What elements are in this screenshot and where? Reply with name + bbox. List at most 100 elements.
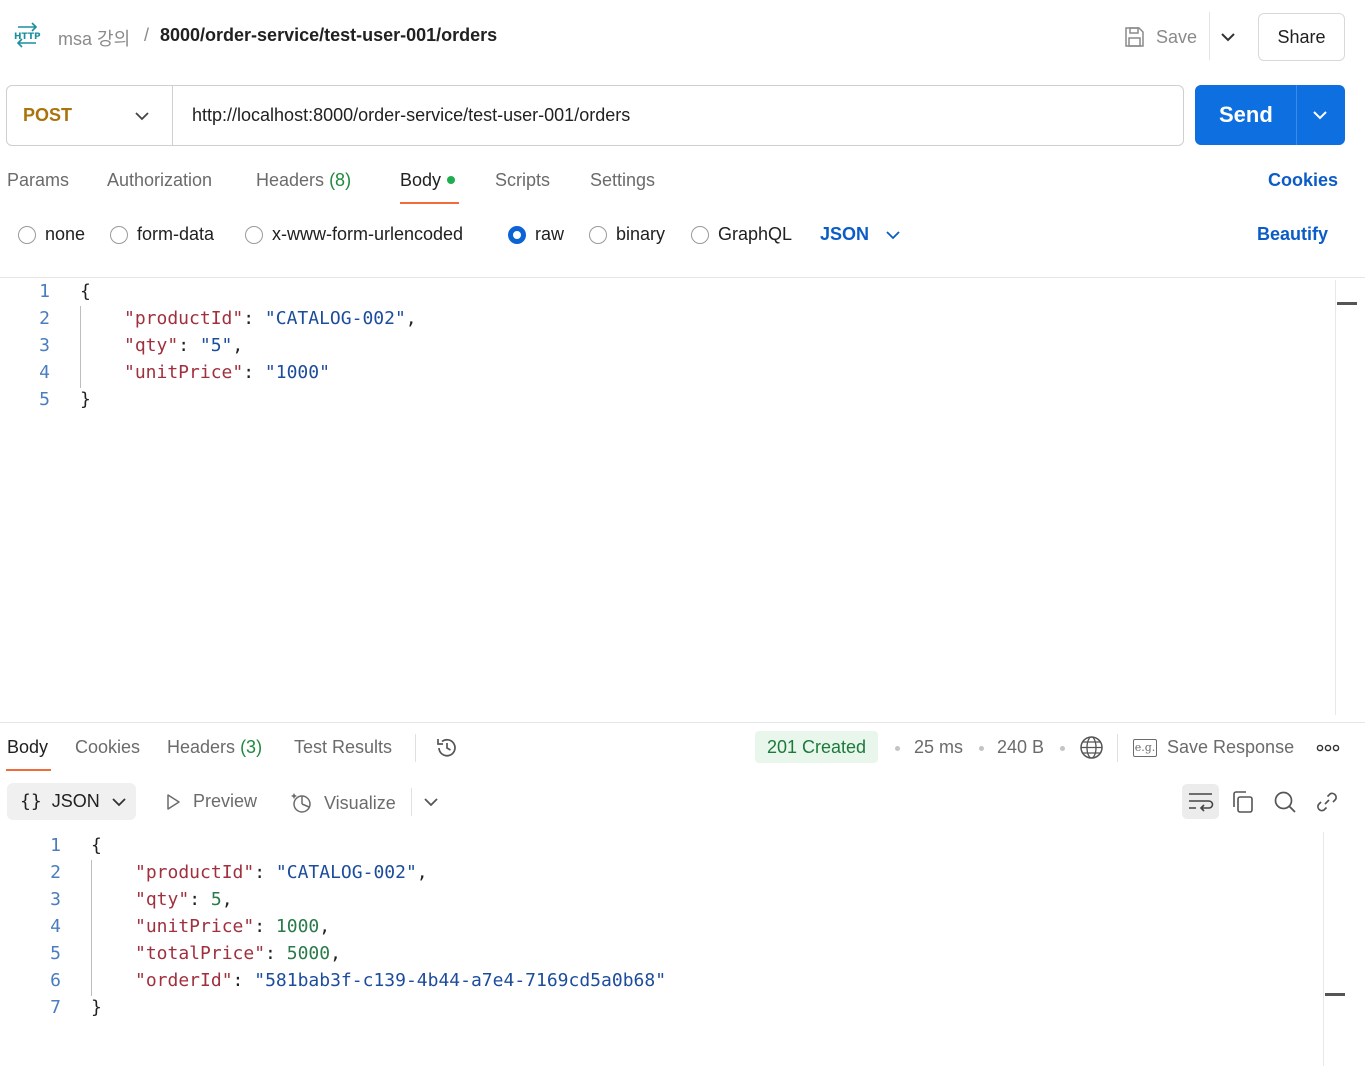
beautify-button[interactable]: Beautify: [1257, 224, 1328, 245]
brace: }: [91, 997, 102, 1018]
json-key: "productId": [135, 862, 255, 883]
json-key: "totalPrice": [135, 943, 266, 964]
radio-binary[interactable]: binary: [589, 224, 665, 245]
link-icon[interactable]: [1314, 789, 1340, 815]
response-tab-headers[interactable]: Headers (3): [167, 737, 262, 758]
divider: [1117, 734, 1118, 762]
json-value: "581bab3f-c139-4b44-a7e4-7169cd5a0b68": [254, 970, 667, 991]
divider: [0, 277, 1365, 278]
response-size[interactable]: 240 B: [997, 737, 1044, 758]
separator-dot: [895, 746, 900, 751]
json-value: 1000: [275, 916, 320, 937]
save-icon: [1125, 27, 1144, 47]
status-badge[interactable]: 201 Created: [755, 731, 879, 763]
code-line: "unitPrice": 1000,: [135, 916, 331, 937]
chevron-down-icon[interactable]: [421, 793, 441, 811]
divider: [0, 722, 1365, 723]
response-tab-test-results[interactable]: Test Results: [294, 737, 392, 758]
radio-circle: [691, 225, 709, 244]
preview-label: Preview: [193, 791, 258, 811]
chevron-down-icon[interactable]: [1216, 26, 1240, 48]
body-format-select[interactable]: JSON: [820, 224, 903, 245]
code-line: "totalPrice": 5000,: [135, 943, 341, 964]
tab-params[interactable]: Params: [7, 170, 69, 191]
radio-raw[interactable]: raw: [508, 224, 564, 245]
tab-headers[interactable]: Headers (8): [256, 170, 351, 191]
line-number: 1: [39, 281, 50, 302]
code-line: }: [80, 389, 91, 416]
url-input[interactable]: http://localhost:8000/order-service/test…: [192, 105, 630, 126]
scrollbar-track[interactable]: [1335, 280, 1336, 715]
response-tab-cookies[interactable]: Cookies: [75, 737, 140, 758]
save-label: Save: [1156, 26, 1198, 47]
line-number: 4: [50, 916, 61, 937]
tab-body[interactable]: Body: [400, 170, 456, 191]
response-tab-body[interactable]: Body: [7, 737, 48, 758]
preview-button[interactable]: Preview: [163, 791, 257, 812]
request-header: HTTP msa 강의 / 8000/order-service/test-us…: [0, 0, 1365, 72]
divider: [415, 734, 416, 762]
play-icon: [167, 793, 180, 810]
save-response-label: Save Response: [1167, 737, 1295, 757]
radio-label: GraphQL: [718, 224, 793, 244]
send-button[interactable]: Send: [1195, 85, 1345, 145]
wrap-lines-button[interactable]: [1182, 784, 1219, 819]
line-number: 4: [39, 362, 50, 383]
response-format-select[interactable]: {} JSON: [7, 783, 136, 820]
json-value: "CATALOG-002": [264, 308, 406, 329]
radio-circle: [110, 225, 128, 244]
http-badge: HTTP: [14, 32, 41, 42]
json-value: "1000": [264, 362, 330, 383]
json-value: 5: [210, 889, 222, 910]
breadcrumb-collection[interactable]: msa 강의: [58, 25, 130, 51]
scrollbar-thumb[interactable]: [1337, 302, 1357, 305]
chevron-down-icon[interactable]: [1307, 105, 1333, 125]
scrollbar-thumb[interactable]: [1325, 993, 1345, 996]
method-select[interactable]: POST: [23, 105, 72, 126]
line-number: 2: [50, 862, 61, 883]
line-number: 2: [39, 308, 50, 329]
scrollbar-track[interactable]: [1323, 832, 1324, 1066]
json-value: "CATALOG-002": [275, 862, 417, 883]
visualize-button[interactable]: Visualize: [290, 791, 396, 815]
json-value: 5000: [286, 943, 331, 964]
more-icon[interactable]: [1315, 740, 1341, 756]
globe-icon[interactable]: [1079, 735, 1104, 760]
tab-authorization[interactable]: Authorization: [107, 170, 212, 191]
visualize-label: Visualize: [324, 792, 396, 813]
copy-icon[interactable]: [1230, 789, 1256, 815]
line-number: 7: [50, 997, 61, 1018]
radio-none[interactable]: none: [18, 224, 85, 245]
code-line: {: [80, 281, 91, 308]
breadcrumb-separator: /: [144, 25, 150, 45]
response-time[interactable]: 25 ms: [914, 737, 963, 758]
radio-urlencoded[interactable]: x-www-form-urlencoded: [245, 224, 463, 245]
breadcrumb-request-name[interactable]: 8000/order-service/test-user-001/orders: [160, 25, 497, 46]
search-icon[interactable]: [1272, 789, 1298, 815]
divider: [172, 86, 173, 145]
radio-graphql[interactable]: GraphQL: [691, 224, 792, 245]
code-line: "qty": "5",: [124, 335, 244, 356]
json-value: "5": [199, 335, 233, 356]
chevron-down-icon: [886, 230, 900, 239]
chevron-down-icon[interactable]: [131, 106, 153, 126]
save-button[interactable]: Save: [1122, 20, 1197, 54]
history-icon[interactable]: [434, 735, 460, 761]
line-number: 1: [50, 835, 61, 856]
wrap-icon: [1189, 793, 1214, 812]
code-line: "qty": 5,: [135, 889, 233, 910]
active-tab-indicator: [400, 202, 459, 204]
tab-scripts[interactable]: Scripts: [495, 170, 550, 191]
json-key: "unitPrice": [124, 362, 244, 383]
line-number: 5: [39, 389, 50, 410]
radio-circle: [18, 225, 36, 244]
share-button[interactable]: Share: [1258, 13, 1345, 61]
save-response-button[interactable]: e.g. Save Response: [1133, 737, 1294, 758]
code-line: }: [91, 997, 102, 1024]
json-key: "unitPrice": [135, 916, 255, 937]
tab-settings[interactable]: Settings: [590, 170, 655, 191]
radio-form-data[interactable]: form-data: [110, 224, 214, 245]
url-bar: POST http://localhost:8000/order-service…: [6, 85, 1184, 146]
cookies-link[interactable]: Cookies: [1268, 170, 1338, 191]
radio-label: x-www-form-urlencoded: [272, 224, 464, 244]
